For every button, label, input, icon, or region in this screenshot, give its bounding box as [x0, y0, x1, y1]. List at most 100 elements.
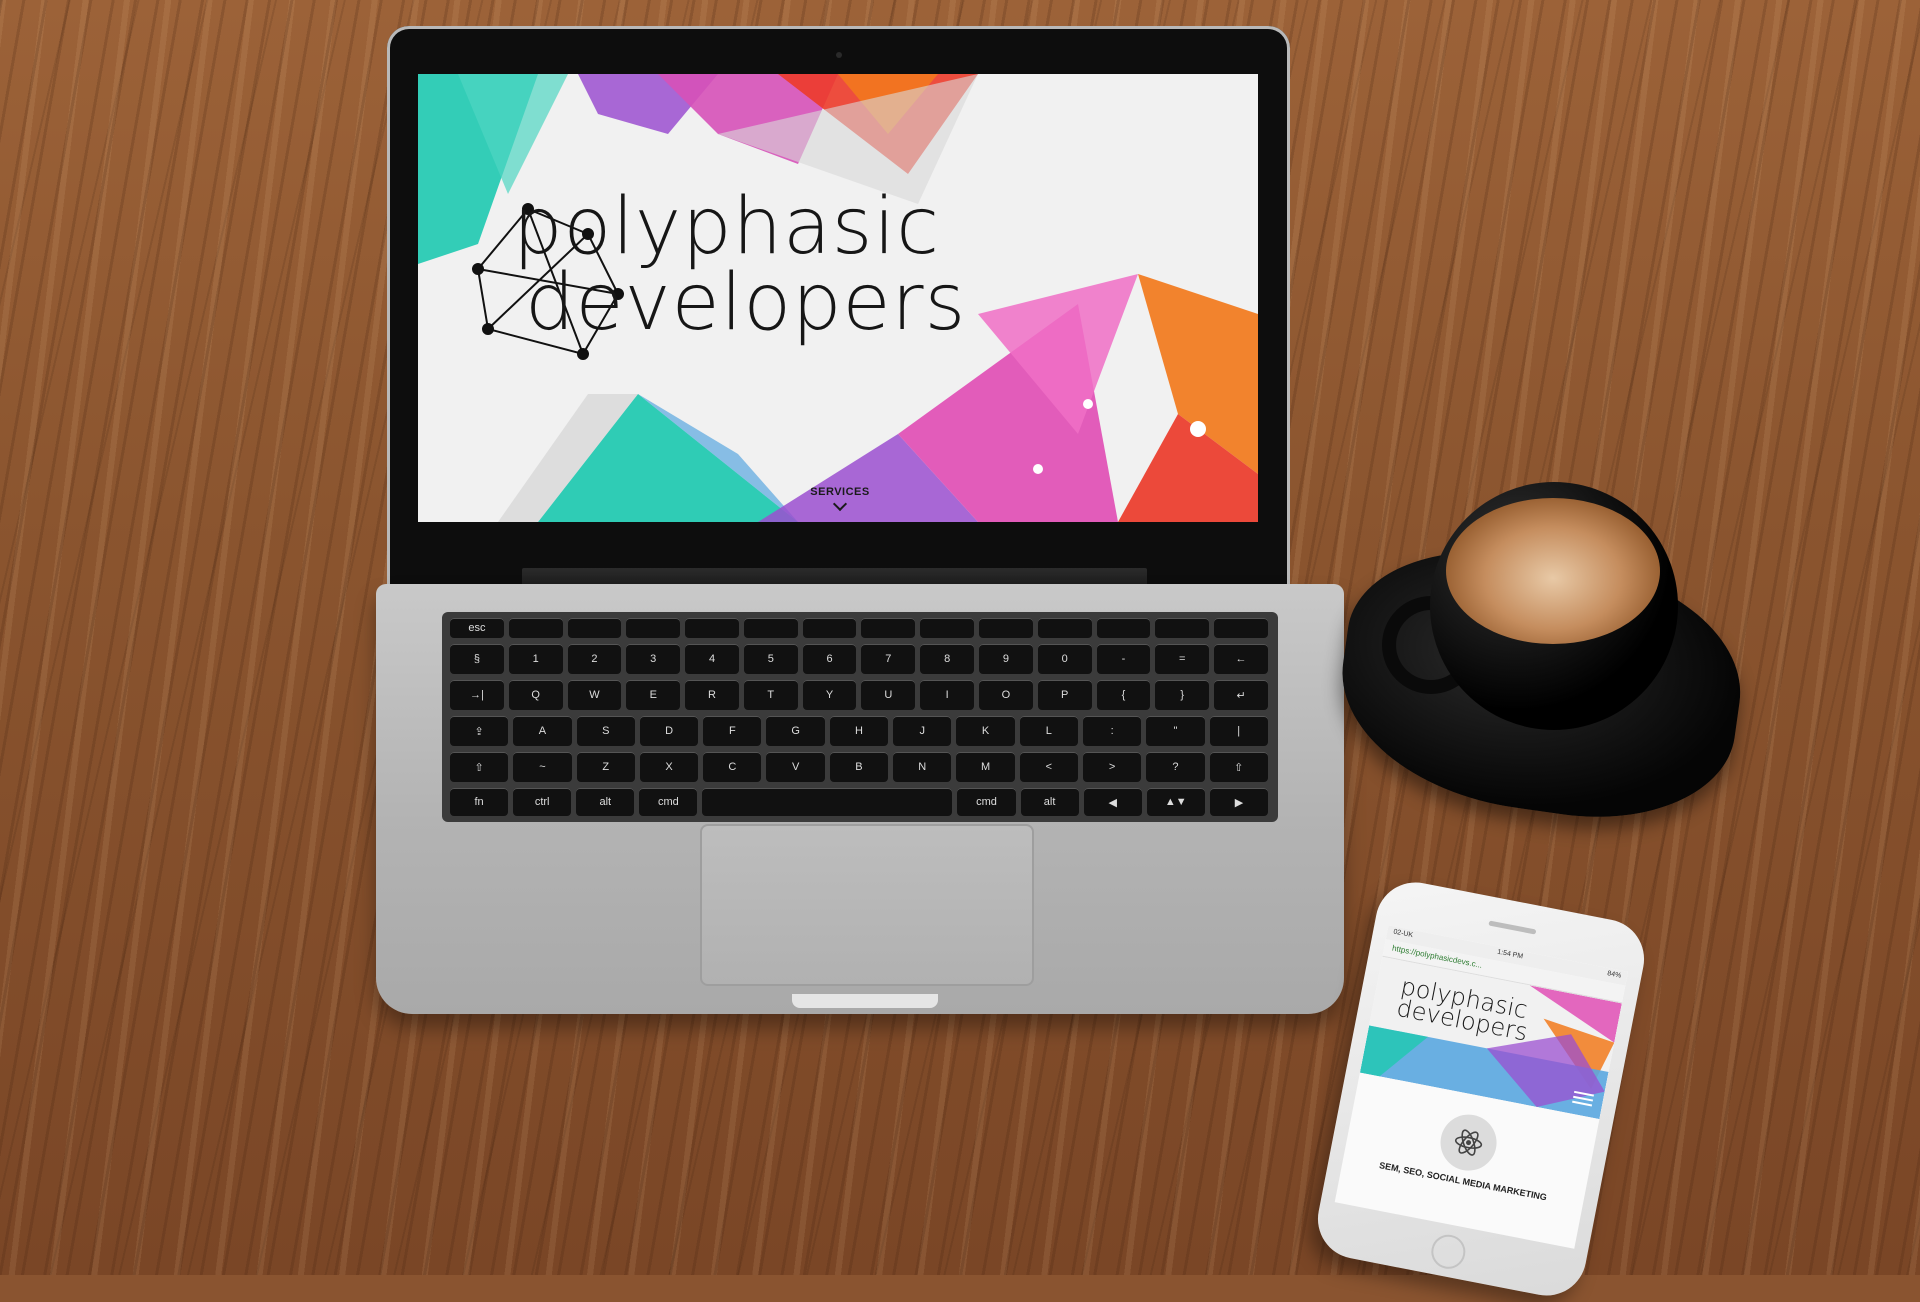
- phone-earpiece: [1488, 920, 1537, 935]
- keyboard-row-function: esc: [450, 618, 1268, 638]
- keyboard-key[interactable]: [567, 618, 622, 638]
- keyboard-row-number: § 1 2 3 4 5 6 7 8 9 0- = ←: [450, 644, 1268, 674]
- keyboard-key[interactable]: Q: [508, 680, 563, 710]
- keyboard-key[interactable]: U: [861, 680, 916, 710]
- keyboard-key[interactable]: :: [1082, 716, 1142, 746]
- keyboard-key[interactable]: {: [1096, 680, 1151, 710]
- keyboard-key[interactable]: X: [639, 752, 699, 782]
- keyboard-key[interactable]: [685, 618, 739, 638]
- hamburger-menu-icon[interactable]: [1572, 1088, 1595, 1109]
- keyboard-key[interactable]: →|: [450, 680, 504, 710]
- keyboard-key[interactable]: G: [766, 716, 825, 746]
- keyboard-key[interactable]: N: [893, 752, 952, 782]
- keyboard-key[interactable]: ▲▼: [1146, 788, 1205, 816]
- keyboard-key[interactable]: alt: [576, 788, 635, 816]
- keyboard-key[interactable]: E: [626, 680, 681, 710]
- keyboard-key[interactable]: M: [956, 752, 1015, 782]
- keyboard-key[interactable]: C: [703, 752, 762, 782]
- keyboard-key[interactable]: W: [567, 680, 622, 710]
- phone-screen: 02-UK 1:54 PM 84% https://polyphasicdevs…: [1334, 925, 1629, 1249]
- trackpad[interactable]: [700, 824, 1034, 986]
- keyboard-key[interactable]: [1155, 618, 1210, 638]
- keyboard-key[interactable]: A: [513, 716, 572, 746]
- keyboard-key[interactable]: alt: [1020, 788, 1079, 816]
- battery-label: 84%: [1606, 970, 1622, 980]
- atom-icon: [1435, 1109, 1502, 1176]
- keyboard-key[interactable]: >: [1082, 752, 1142, 782]
- keyboard-row-shift: ⇧ ~ Z X C V B N M < >? ⇧: [450, 752, 1268, 782]
- keyboard-key[interactable]: 9: [979, 644, 1033, 674]
- keyboard-key[interactable]: V: [766, 752, 825, 782]
- keyboard-key[interactable]: 4: [685, 644, 739, 674]
- keyboard-key[interactable]: D: [639, 716, 699, 746]
- keyboard-key[interactable]: esc: [450, 618, 504, 638]
- keyboard-key[interactable]: Y: [802, 680, 857, 710]
- keyboard-key[interactable]: 2: [567, 644, 622, 674]
- keyboard-key[interactable]: ↵: [1214, 680, 1268, 710]
- keyboard-key[interactable]: ": [1146, 716, 1205, 746]
- keyboard-key[interactable]: 7: [861, 644, 916, 674]
- keyboard-key[interactable]: P: [1037, 680, 1092, 710]
- keyboard-key[interactable]: ?: [1146, 752, 1205, 782]
- keyboard-key[interactable]: Z: [576, 752, 635, 782]
- keyboard-key[interactable]: |: [1209, 716, 1268, 746]
- keyboard-key[interactable]: [1214, 618, 1268, 638]
- keyboard-key[interactable]: ⇧: [1209, 752, 1268, 782]
- keyboard-key[interactable]: [861, 618, 916, 638]
- keyboard-key[interactable]: ⇧: [450, 752, 509, 782]
- keyboard-key[interactable]: 3: [626, 644, 681, 674]
- keyboard-key[interactable]: S: [576, 716, 635, 746]
- laptop-screen: polyphasic developers SERVICES: [418, 74, 1258, 522]
- keyboard-key[interactable]: 0: [1037, 644, 1092, 674]
- keyboard-key[interactable]: [802, 618, 857, 638]
- keyboard-key[interactable]: T: [743, 680, 798, 710]
- keyboard-key[interactable]: 6: [802, 644, 857, 674]
- keyboard-key[interactable]: [508, 618, 563, 638]
- keyboard-key[interactable]: [743, 618, 798, 638]
- keyboard-key[interactable]: B: [829, 752, 889, 782]
- keyboard-key[interactable]: ctrl: [513, 788, 572, 816]
- keyboard-key[interactable]: K: [956, 716, 1015, 746]
- keyboard-key[interactable]: §: [450, 644, 504, 674]
- keyboard-key[interactable]: [1037, 618, 1092, 638]
- keyboard-key[interactable]: F: [703, 716, 762, 746]
- keyboard-row-home: ⇪ A S D F G H J K L: " |: [450, 716, 1268, 746]
- keyboard-key[interactable]: <: [1019, 752, 1078, 782]
- node-dot-1: [1083, 399, 1093, 409]
- keyboard-key[interactable]: ~: [513, 752, 572, 782]
- keyboard-key[interactable]: O: [979, 680, 1033, 710]
- keyboard-key[interactable]: -: [1096, 644, 1151, 674]
- keyboard-key[interactable]: cmd: [639, 788, 698, 816]
- keyboard-row-bottom: fn ctrl alt cmd cmd alt ◀ ▲▼ ▶: [450, 788, 1268, 816]
- keyboard-key[interactable]: H: [829, 716, 889, 746]
- camera-icon: [836, 52, 842, 58]
- keyboard-key[interactable]: ⇪: [450, 716, 509, 746]
- keyboard-key[interactable]: [1096, 618, 1151, 638]
- keyboard-key[interactable]: =: [1155, 644, 1210, 674]
- keyboard-key[interactable]: R: [685, 680, 739, 710]
- node-dot-2: [1190, 421, 1206, 437]
- keyboard-key[interactable]: 8: [920, 644, 975, 674]
- logo-line-1: polyphasic: [513, 182, 941, 272]
- keyboard-key[interactable]: ▶: [1209, 788, 1268, 816]
- site-logo[interactable]: polyphasic developers: [513, 182, 966, 342]
- phone-home-button[interactable]: [1428, 1231, 1469, 1272]
- keyboard-key[interactable]: [979, 618, 1033, 638]
- keyboard-key[interactable]: [702, 788, 953, 816]
- node-dot-3: [1033, 464, 1043, 474]
- keyboard-key[interactable]: ←: [1214, 644, 1268, 674]
- keyboard-key[interactable]: ◀: [1083, 788, 1142, 816]
- laptop-base: esc § 1 2 3 4 5 6 7 8 9 0- = ← →| Q W E R T Y U I O P{} ↵ ⇪ A S D F…: [376, 584, 1344, 1014]
- laptop-lip: [792, 994, 938, 1008]
- keyboard-key[interactable]: I: [920, 680, 975, 710]
- keyboard-key[interactable]: J: [893, 716, 952, 746]
- keyboard-key[interactable]: }: [1155, 680, 1210, 710]
- keyboard-key[interactable]: [920, 618, 975, 638]
- keyboard-row-qwerty: →| Q W E R T Y U I O P{} ↵: [450, 680, 1268, 710]
- keyboard-key[interactable]: [626, 618, 681, 638]
- keyboard-key[interactable]: 1: [508, 644, 563, 674]
- keyboard-key[interactable]: 5: [743, 644, 798, 674]
- keyboard-key[interactable]: L: [1019, 716, 1078, 746]
- keyboard-key[interactable]: cmd: [957, 788, 1016, 816]
- keyboard-key[interactable]: fn: [450, 788, 509, 816]
